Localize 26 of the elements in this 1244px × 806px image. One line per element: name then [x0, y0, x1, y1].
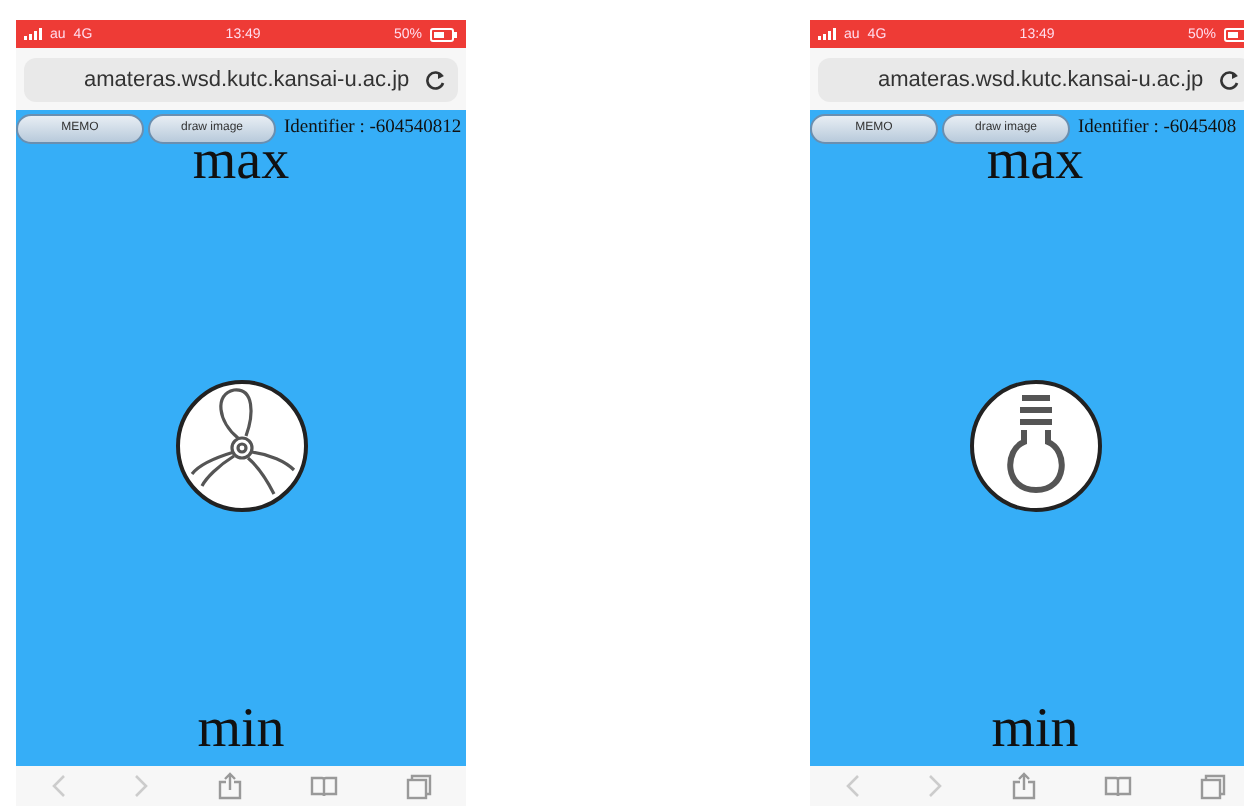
battery-icon — [1224, 27, 1244, 41]
share-icon[interactable] — [1012, 772, 1036, 800]
signal-icon — [24, 28, 42, 40]
address-bar[interactable]: amateras.wsd.kutc.kansai-u.ac.jp — [818, 57, 1244, 101]
url-text: amateras.wsd.kutc.kansai-u.ac.jp — [84, 67, 410, 91]
share-icon[interactable] — [218, 772, 242, 800]
reload-icon[interactable] — [426, 69, 446, 89]
address-bar[interactable]: amateras.wsd.kutc.kansai-u.ac.jp — [24, 57, 458, 101]
back-icon[interactable] — [844, 774, 860, 798]
signal-icon — [818, 28, 836, 40]
book-icon[interactable] — [1104, 774, 1132, 798]
book-icon[interactable] — [310, 774, 338, 798]
tabs-icon[interactable] — [406, 773, 432, 799]
identifier-text: Identifier : -6045408 — [1078, 118, 1237, 138]
forward-icon[interactable] — [928, 774, 944, 798]
url-text: amateras.wsd.kutc.kansai-u.ac.jp — [878, 67, 1204, 91]
lightbulb-icon[interactable] — [967, 378, 1103, 514]
reload-icon[interactable] — [1220, 69, 1240, 89]
min-label: min — [991, 702, 1079, 758]
fan-icon[interactable] — [173, 378, 309, 514]
min-label: min — [197, 702, 285, 758]
tabs-icon[interactable] — [1200, 773, 1226, 799]
battery-icon — [430, 27, 458, 41]
forward-icon[interactable] — [134, 774, 150, 798]
identifier-text: Identifier : -604540812 — [284, 118, 462, 138]
back-icon[interactable] — [50, 774, 66, 798]
